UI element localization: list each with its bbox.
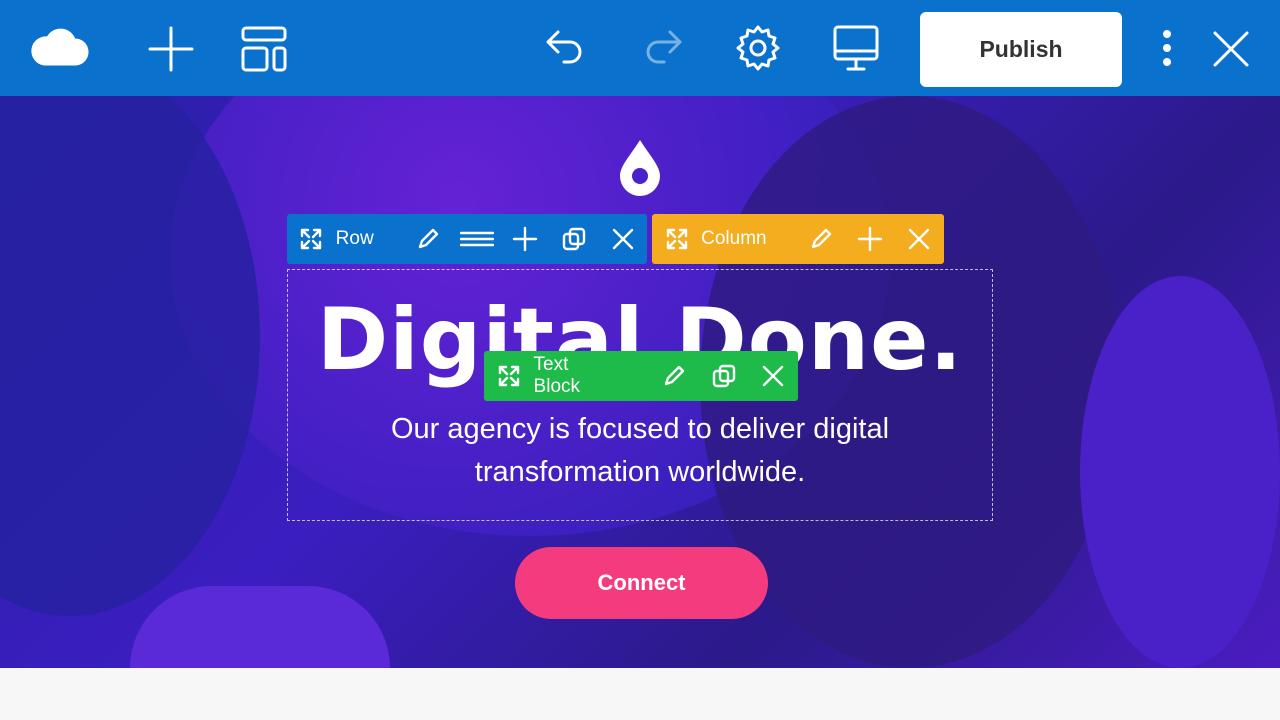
bg-blob	[130, 586, 390, 668]
edit-pencil-icon[interactable]	[404, 214, 453, 264]
settings-lines-icon[interactable]	[452, 214, 501, 264]
more-options-icon[interactable]	[1152, 24, 1182, 74]
column-label: Column	[701, 228, 767, 249]
delete-icon[interactable]	[598, 214, 647, 264]
bg-blob	[0, 96, 260, 616]
gear-icon[interactable]	[732, 22, 784, 74]
add-icon[interactable]	[846, 214, 895, 264]
row-label: Row	[335, 228, 374, 249]
logo-drop-icon	[612, 136, 668, 198]
close-icon[interactable]	[1206, 24, 1256, 74]
column-controls: Column	[652, 214, 944, 264]
hero-subtitle[interactable]: Our agency is focused to deliver digital…	[287, 408, 993, 494]
duplicate-icon[interactable]	[550, 214, 599, 264]
bg-blob	[1080, 276, 1280, 668]
move-icon[interactable]	[287, 214, 336, 264]
delete-icon[interactable]	[748, 351, 798, 401]
move-icon[interactable]	[484, 351, 534, 401]
row-controls: Row	[287, 214, 647, 264]
text-block-controls: Text Block	[484, 351, 798, 401]
move-icon[interactable]	[652, 214, 701, 264]
duplicate-icon[interactable]	[699, 351, 749, 401]
delete-icon[interactable]	[895, 214, 944, 264]
text-block-label: Text Block	[533, 354, 581, 397]
edit-pencil-icon[interactable]	[797, 214, 846, 264]
add-element-icon[interactable]	[146, 24, 196, 74]
subtitle-line: Our agency is focused to deliver digital	[390, 413, 890, 445]
undo-icon[interactable]	[540, 24, 592, 74]
subtitle-line: transformation worldwide.	[474, 456, 806, 488]
top-toolbar: Publish	[0, 0, 1280, 96]
redo-icon[interactable]	[636, 24, 688, 74]
cloud-icon[interactable]	[30, 24, 90, 74]
add-icon[interactable]	[501, 214, 550, 264]
edit-pencil-icon[interactable]	[649, 351, 699, 401]
desktop-preview-icon[interactable]	[830, 22, 882, 74]
layout-icon[interactable]	[238, 24, 290, 74]
publish-button[interactable]: Publish	[920, 12, 1122, 87]
connect-button[interactable]: Connect	[515, 547, 768, 619]
